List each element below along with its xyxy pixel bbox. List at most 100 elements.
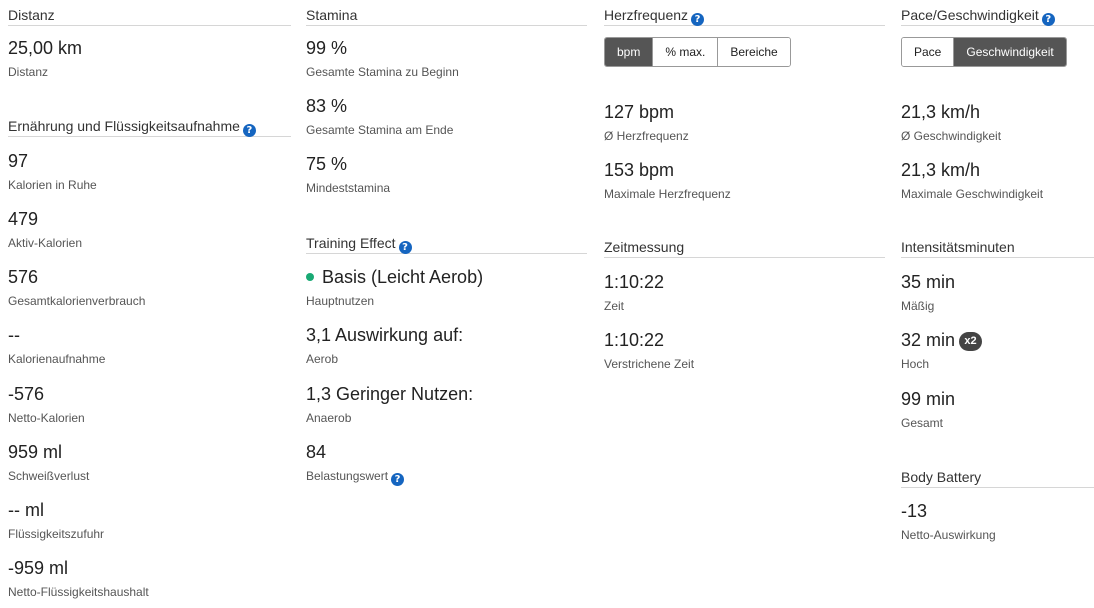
stat-label: Hauptnutzen xyxy=(306,294,375,308)
stat-value-text: 32 min xyxy=(901,330,956,350)
stat-value: 959 ml xyxy=(8,442,63,462)
toggle-speed-button[interactable]: Geschwindigkeit xyxy=(953,38,1066,66)
intensity-title: Intensitätsminuten xyxy=(901,239,1015,255)
stat-item: 84 Belastungswert? xyxy=(306,441,405,486)
section-timing: Zeitmessung xyxy=(604,232,885,258)
stat-label: Mäßig xyxy=(901,299,935,313)
stat-label-text: Belastungswert xyxy=(306,469,389,483)
heart-rate-toggle: bpm % max. Bereiche xyxy=(604,37,791,67)
stat-item: 959 ml Schweißverlust xyxy=(8,441,89,484)
stat-label: Netto-Kalorien xyxy=(8,411,85,425)
stat-value: -- ml xyxy=(8,500,44,520)
stat-value: 576 xyxy=(8,267,39,287)
stat-value: 83 % xyxy=(306,96,348,116)
stat-label: Aktiv-Kalorien xyxy=(8,236,83,250)
section-title-heart-rate: Herzfrequenz? xyxy=(604,0,885,26)
stat-label: Gesamtkalorienverbrauch xyxy=(8,294,146,308)
toggle-percent-max-button[interactable]: % max. xyxy=(652,38,718,66)
stat-label: Gesamt xyxy=(901,416,944,430)
stat-item: Basis (Leicht Aerob) Hauptnutzen xyxy=(306,266,483,309)
section-title-intensity: Intensitätsminuten xyxy=(901,232,1094,258)
stat-value: -959 ml xyxy=(8,558,69,578)
stat-label: Netto-Flüssigkeitshaushalt xyxy=(8,585,149,599)
toggle-pace-button[interactable]: Pace xyxy=(902,38,954,66)
stat-item: 21,3 km/h Ø Geschwindigkeit xyxy=(901,101,1001,144)
timing-title: Zeitmessung xyxy=(604,239,685,255)
stat-value: 1:10:22 xyxy=(604,330,665,350)
stat-item: 97 Kalorien in Ruhe xyxy=(8,150,97,193)
stat-item: -- Kalorienaufnahme xyxy=(8,324,105,367)
column-2: Stamina 99 % Gesamte Stamina zu Beginn 83… xyxy=(306,0,587,486)
stat-item: 479 Aktiv-Kalorien xyxy=(8,208,82,251)
stat-label: Aerob xyxy=(306,352,339,366)
section-intensity: Intensitätsminuten xyxy=(901,232,1094,258)
toggle-bpm-button[interactable]: bpm xyxy=(605,38,653,66)
stat-value: 35 min xyxy=(901,272,956,292)
stat-label: Kalorien in Ruhe xyxy=(8,178,97,192)
stat-label: Zeit xyxy=(604,299,625,313)
status-dot-icon xyxy=(306,273,314,281)
stat-distance: 25,00 km Distanz xyxy=(8,37,82,80)
stat-item: -- ml Flüssigkeitszufuhr xyxy=(8,499,104,542)
stat-label: Gesamte Stamina am Ende xyxy=(306,123,454,137)
help-icon[interactable]: ? xyxy=(398,241,412,254)
stat-item: 21,3 km/h Maximale Geschwindigkeit xyxy=(901,159,1043,202)
stat-item: 127 bpm Ø Herzfrequenz xyxy=(604,101,689,144)
section-training-effect: Training Effect? xyxy=(306,228,587,254)
stat-label: Distanz xyxy=(8,65,49,79)
section-title-nutrition: Ernährung und Flüssigkeitsaufnahme? xyxy=(8,111,291,137)
stat-value: 153 bpm xyxy=(604,160,675,180)
toggle-zones-button[interactable]: Bereiche xyxy=(717,38,790,66)
stat-value: 21,3 km/h xyxy=(901,102,981,122)
stat-item: -576 Netto-Kalorien xyxy=(8,383,85,426)
stat-item: 99 % Gesamte Stamina zu Beginn xyxy=(306,37,459,80)
stat-item: 1,3 Geringer Nutzen: Anaerob xyxy=(306,383,473,426)
stat-value: 75 % xyxy=(306,154,348,174)
stat-value: 21,3 km/h xyxy=(901,160,981,180)
multiplier-badge: x2 xyxy=(959,332,983,351)
column-3: Herzfrequenz? bpm % max. Bereiche 127 bp… xyxy=(604,0,885,371)
help-icon[interactable]: ? xyxy=(691,13,705,26)
stat-item: 99 min Gesamt xyxy=(901,388,955,431)
stat-item: 1:10:22 Verstrichene Zeit xyxy=(604,329,694,372)
section-title-pace: Pace/Geschwindigkeit? xyxy=(901,0,1094,26)
section-nutrition: Ernährung und Flüssigkeitsaufnahme? xyxy=(8,111,291,137)
help-icon[interactable]: ? xyxy=(1041,13,1055,26)
stat-label: Kalorienaufnahme xyxy=(8,352,106,366)
stat-value: 99 min xyxy=(901,389,956,409)
section-title-timing: Zeitmessung xyxy=(604,232,885,258)
stat-item: 83 % Gesamte Stamina am Ende xyxy=(306,95,453,138)
stat-label: Netto-Auswirkung xyxy=(901,528,996,542)
section-title-stamina: Stamina xyxy=(306,0,587,26)
stat-label: Ø Geschwindigkeit xyxy=(901,129,1002,143)
stat-value: -13 xyxy=(901,501,928,521)
stat-value: Basis (Leicht Aerob) xyxy=(306,266,483,288)
help-icon[interactable]: ? xyxy=(391,473,405,486)
distance-title: Distanz xyxy=(8,7,55,23)
stat-item: 75 % Mindeststamina xyxy=(306,153,390,196)
stat-value: 84 xyxy=(306,442,327,462)
body-battery-title: Body Battery xyxy=(901,469,982,485)
stat-item: 32 min x2 Hoch xyxy=(901,329,983,372)
column-4: Pace/Geschwindigkeit? Pace Geschwindigke… xyxy=(901,0,1094,542)
column-1: Distanz 25,00 km Distanz Ernährung und F… xyxy=(8,0,291,599)
stat-value: 3,1 Auswirkung auf: xyxy=(306,325,464,345)
pace-toggle: Pace Geschwindigkeit xyxy=(901,37,1067,67)
stat-value: -- xyxy=(8,325,20,345)
stat-item: 576 Gesamtkalorienverbrauch xyxy=(8,266,145,309)
help-icon[interactable]: ? xyxy=(242,124,256,137)
stat-label: Flüssigkeitszufuhr xyxy=(8,527,105,541)
stat-label: Ø Herzfrequenz xyxy=(604,129,689,143)
stat-value: 99 % xyxy=(306,38,348,58)
section-title-body-battery: Body Battery xyxy=(901,462,1094,488)
stat-value: 1,3 Geringer Nutzen: xyxy=(306,384,474,404)
section-title-training-effect: Training Effect? xyxy=(306,228,587,254)
stat-label: Mindeststamina xyxy=(306,181,391,195)
stamina-title: Stamina xyxy=(306,7,358,23)
stat-value: 97 xyxy=(8,151,29,171)
pace-title: Pace/Geschwindigkeit xyxy=(901,7,1039,23)
stat-value: 25,00 km xyxy=(8,38,83,58)
stat-label: Maximale Geschwindigkeit xyxy=(901,187,1044,201)
section-title-distance: Distanz xyxy=(8,0,291,26)
stat-label: Anaerob xyxy=(306,411,352,425)
